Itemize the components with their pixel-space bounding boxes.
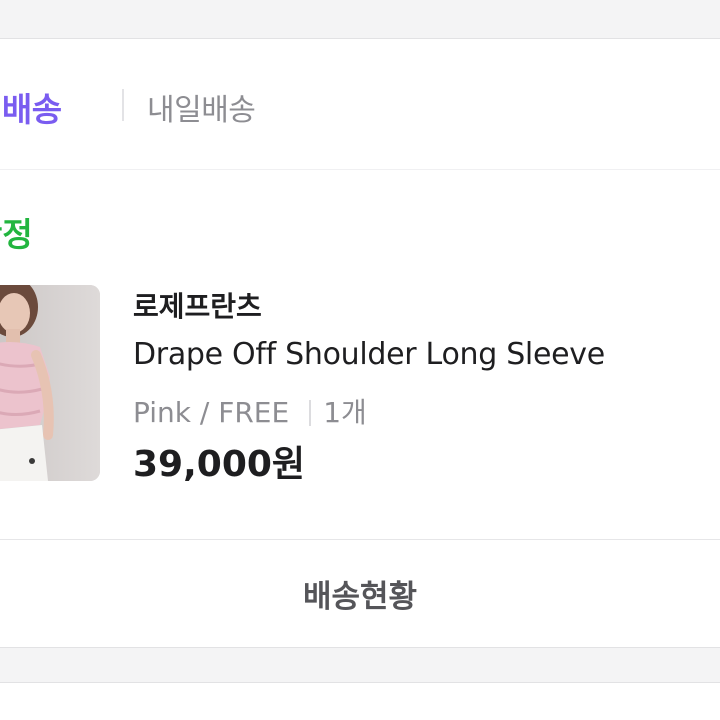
- product-brand[interactable]: 로제프란츠: [133, 285, 262, 325]
- delivery-type-tabs: 진배송 내일배송: [0, 39, 720, 169]
- next-order-card: [0, 682, 720, 720]
- product-quantity: 1개: [323, 396, 367, 429]
- product-option: Pink / FREE: [133, 396, 290, 429]
- order-screen: 진배송 내일배송 확정: [0, 0, 720, 720]
- option-divider: [309, 400, 312, 426]
- product-photo-icon: [0, 285, 100, 481]
- delivery-type-selected[interactable]: 진배송: [0, 83, 62, 131]
- order-status: 확정: [0, 215, 33, 254]
- delivery-tracking-button[interactable]: 배송현황: [0, 540, 720, 646]
- order-card: 진배송 내일배송 확정: [0, 38, 720, 648]
- product-price: 39,000원: [133, 444, 306, 485]
- delivery-type-divider: [122, 89, 124, 121]
- product-thumbnail[interactable]: [0, 285, 100, 481]
- delivery-type-next-day[interactable]: 내일배송: [147, 85, 256, 129]
- product-name[interactable]: Drape Off Shoulder Long Sleeve: [133, 337, 605, 372]
- product-option-row: Pink / FREE 1개: [133, 391, 367, 431]
- section-divider: [0, 169, 720, 170]
